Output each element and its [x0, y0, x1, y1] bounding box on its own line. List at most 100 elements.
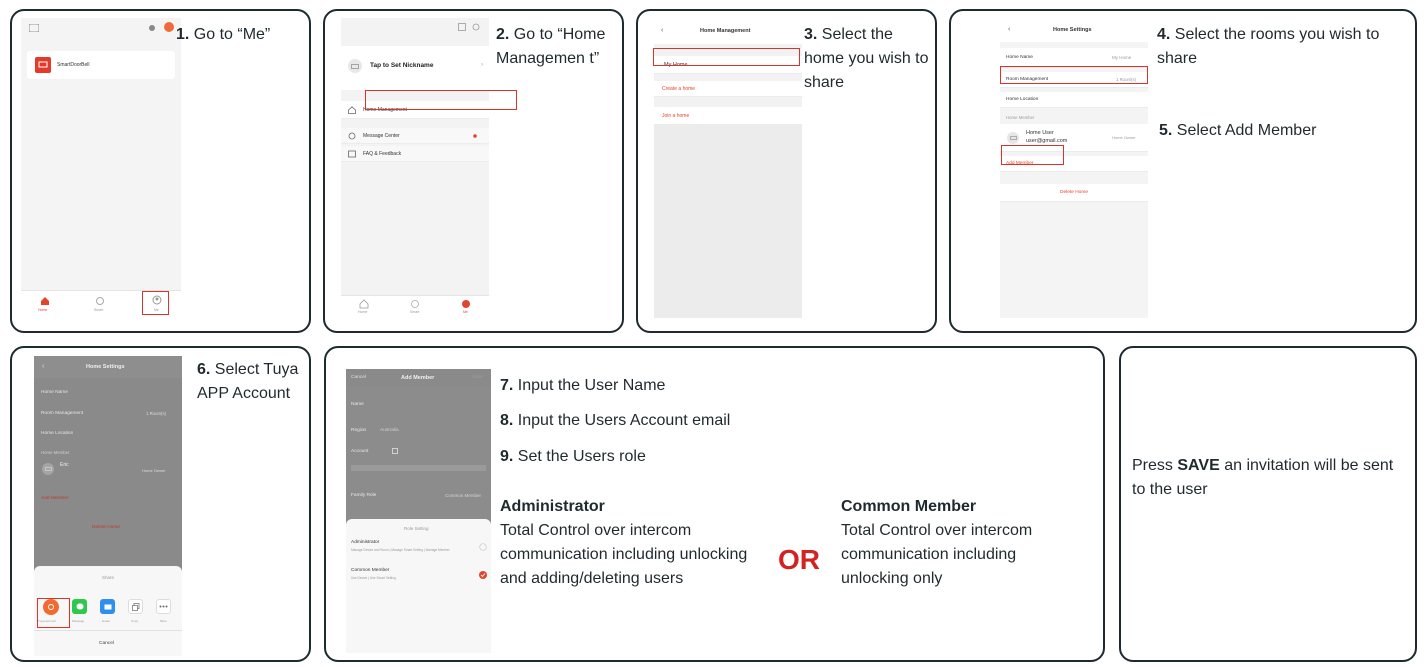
- email-share-icon[interactable]: [100, 599, 115, 614]
- nickname-label[interactable]: Tap to Set Nickname: [370, 62, 433, 69]
- scan-icon[interactable]: [458, 23, 466, 31]
- home-location-label: Home Location: [41, 431, 74, 436]
- home-tab-icon[interactable]: [40, 296, 50, 306]
- common-member-option[interactable]: Common Member Use Device | Use Smart Set…: [346, 564, 491, 586]
- copy-share-label[interactable]: Copy: [131, 619, 138, 623]
- back-icon[interactable]: ‹: [661, 27, 663, 34]
- save-text-pre: Press: [1132, 457, 1173, 474]
- home-name-value: My Home: [1112, 55, 1132, 60]
- step-4-number: 4.: [1157, 26, 1171, 43]
- chevron-right-icon: ›: [481, 62, 483, 68]
- home-member-header: Home Member: [41, 450, 70, 455]
- menu-message-center[interactable]: Message Center: [341, 128, 489, 144]
- step-4-instruction: 4. Select the rooms you wish to share: [1157, 23, 1415, 71]
- message-share-icon[interactable]: [72, 599, 87, 614]
- screen-title: Home Settings: [86, 364, 125, 370]
- step-3-panel: ‹ Home Management My Home Create a home …: [636, 9, 937, 333]
- region-value: Australia: [380, 428, 399, 433]
- step-3-instruction: 3. Select the home you wish to share: [804, 23, 934, 95]
- smart-tab-icon[interactable]: [410, 299, 420, 309]
- home-name-label: Home Name: [41, 390, 68, 395]
- bottom-tab-bar: Home Smart Me: [341, 295, 489, 318]
- cancel-button[interactable]: Cancel: [99, 641, 114, 646]
- common-option-desc: Use Device | Use Smart Setting: [351, 576, 396, 580]
- common-member-heading: Common Member: [841, 498, 977, 515]
- notification-badge[interactable]: [164, 22, 174, 32]
- profile-header[interactable]: Tap to Set Nickname ›: [341, 46, 489, 90]
- device-name: SmartDoorBell: [57, 62, 90, 68]
- share-divider: [34, 630, 182, 631]
- smart-tab-icon[interactable]: [95, 296, 105, 306]
- home-name-row[interactable]: Home Name My Home: [1000, 48, 1148, 68]
- menu-icon[interactable]: [29, 24, 39, 32]
- save-link[interactable]: Save: [472, 375, 483, 380]
- common-option-label: Common Member: [351, 568, 390, 573]
- join-home-label: Join a home: [662, 113, 690, 119]
- home-location-row[interactable]: Home Location: [1000, 92, 1148, 108]
- step-2-number: 2.: [496, 26, 510, 43]
- avatar: [1007, 132, 1019, 144]
- step-5-instruction: 5. Select Add Member: [1159, 119, 1409, 143]
- menu-faq-feedback[interactable]: FAQ & Feedback: [341, 146, 489, 162]
- step-4-text: Select the rooms you wish to share: [1157, 26, 1380, 67]
- email-share-label[interactable]: Email: [102, 619, 110, 623]
- delete-home-row[interactable]: Delete Home: [1000, 184, 1148, 202]
- smart-tab-label[interactable]: Smart: [94, 308, 103, 312]
- step-8-number: 8.: [500, 412, 514, 429]
- admin-option-label: Administrator: [351, 540, 380, 545]
- step-6-text: Select Tuya APP Account: [197, 361, 299, 402]
- device-card[interactable]: SmartDoorBell: [27, 51, 175, 79]
- settings-icon[interactable]: [472, 23, 480, 31]
- more-share-label[interactable]: More: [160, 619, 167, 623]
- more-share-icon[interactable]: [156, 599, 171, 614]
- me-tab-label[interactable]: Me: [463, 310, 468, 314]
- empty-area: [654, 125, 802, 318]
- create-home-item[interactable]: Create a home: [654, 81, 802, 97]
- admin-radio-icon[interactable]: [479, 543, 487, 551]
- delete-home-label: Delete Home: [1060, 190, 1088, 195]
- delete-home-label: Delete Home: [92, 525, 120, 530]
- copy-share-icon[interactable]: [128, 599, 143, 614]
- admin-option[interactable]: Administrator Manage Device and Room | M…: [346, 536, 491, 558]
- save-instruction: Press SAVE an invitation will be sent to…: [1132, 454, 1402, 502]
- my-home-highlight: [653, 48, 800, 66]
- home-location-label: Home Location: [1006, 97, 1039, 102]
- doorbell-icon: [35, 57, 51, 73]
- step-2-instruction: 2. Go to “Home Managemen t”: [496, 23, 621, 71]
- contacts-icon[interactable]: [392, 448, 398, 454]
- home-member-header: Home Member: [1006, 115, 1035, 120]
- or-separator: OR: [778, 544, 820, 575]
- step-6-panel: ‹ Home Settings Home Name Room Managemen…: [10, 346, 311, 662]
- step-6-instruction: 6. Select Tuya APP Account: [197, 358, 307, 406]
- me-tab-icon[interactable]: [461, 299, 471, 309]
- step-1-instruction: 1. Go to “Me”: [176, 23, 306, 47]
- step-2-panel: Tap to Set Nickname › Home Management Me…: [323, 9, 624, 333]
- share-title: Share: [102, 575, 115, 580]
- back-icon[interactable]: ‹: [1008, 26, 1010, 33]
- step-1-panel: SmartDoorBell Home Smart Me 1. Go to “Me…: [10, 9, 311, 333]
- join-home-item[interactable]: Join a home: [654, 107, 802, 125]
- message-share-label[interactable]: Message: [72, 619, 84, 623]
- cancel-link[interactable]: Cancel: [351, 375, 366, 380]
- step-5-number: 5.: [1159, 122, 1173, 139]
- add-member-label: Add Member: [41, 496, 69, 501]
- member-name: Eric: [60, 462, 69, 468]
- member-email: user@gmail.com: [1026, 138, 1068, 144]
- room-management-highlight: [1000, 66, 1148, 84]
- smart-tab-label[interactable]: Smart: [410, 310, 419, 314]
- message-center-label: Message Center: [363, 133, 400, 139]
- home-tab-label[interactable]: Home: [38, 308, 47, 312]
- back-icon[interactable]: ‹: [42, 363, 44, 370]
- home-tab-icon[interactable]: [359, 299, 369, 309]
- member-name: Home User: [1026, 130, 1054, 136]
- region-label: Region: [351, 428, 367, 433]
- home-tab-label[interactable]: Home: [358, 310, 367, 314]
- save-panel: Press SAVE an invitation will be sent to…: [1119, 346, 1417, 662]
- me-screen: Tap to Set Nickname › Home Management Me…: [341, 18, 489, 318]
- create-home-label: Create a home: [662, 86, 696, 92]
- add-device-icon[interactable]: [148, 23, 156, 32]
- check-icon[interactable]: [479, 571, 487, 579]
- administrator-description: Total Control over intercom communicatio…: [500, 522, 748, 587]
- avatar: [42, 463, 54, 475]
- step-8-instruction: 8. Input the Users Account email: [500, 409, 830, 433]
